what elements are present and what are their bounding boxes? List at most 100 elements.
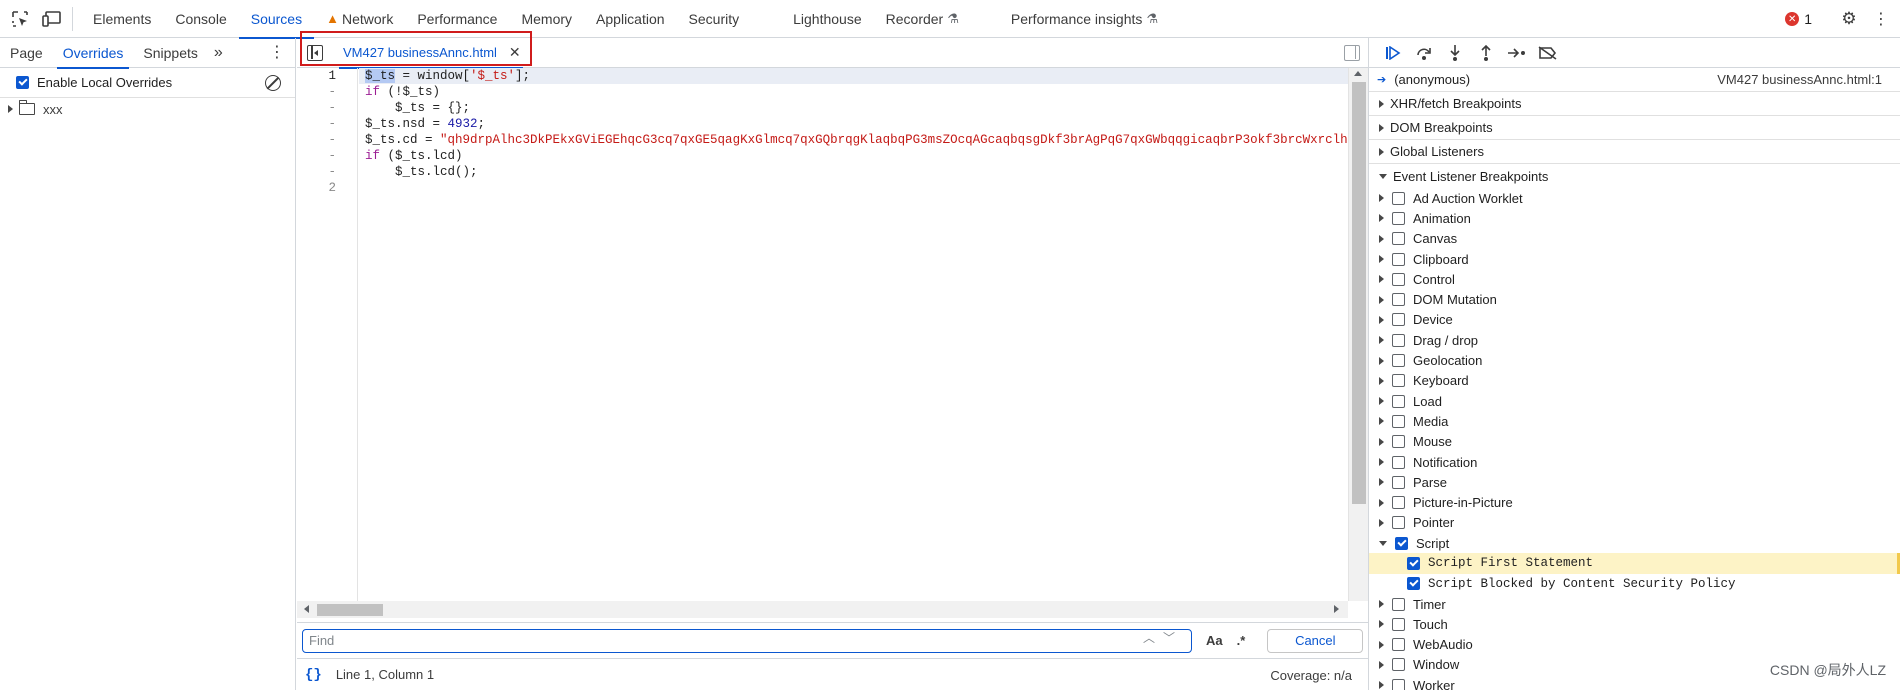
event-category-checkbox[interactable]: [1392, 638, 1405, 652]
event-category-checkbox[interactable]: [1392, 191, 1405, 205]
expand-triangle-icon[interactable]: [1379, 417, 1384, 426]
event-category-checkbox[interactable]: [1392, 374, 1405, 388]
event-category-item[interactable]: DOM Mutation: [1369, 289, 1900, 309]
event-category-checkbox[interactable]: [1392, 394, 1405, 408]
vertical-scroll-thumb[interactable]: [1352, 82, 1366, 504]
expand-triangle-icon[interactable]: [1379, 275, 1384, 284]
event-category-checkbox[interactable]: [1392, 354, 1405, 368]
error-count-badge[interactable]: ✕ 1: [1785, 11, 1812, 27]
event-category-checkbox[interactable]: [1392, 293, 1405, 307]
section-global-listeners[interactable]: Global Listeners: [1369, 140, 1900, 164]
event-category-checkbox[interactable]: [1392, 475, 1405, 489]
tab-console[interactable]: Console: [163, 0, 238, 38]
toggle-debugger-icon[interactable]: [1344, 45, 1360, 61]
step-icon[interactable]: [1501, 38, 1532, 68]
inspect-element-icon[interactable]: [6, 5, 34, 33]
event-category-item[interactable]: Keyboard: [1369, 371, 1900, 391]
line-number[interactable]: -: [297, 164, 357, 180]
event-category-checkbox[interactable]: [1392, 333, 1405, 347]
pretty-print-icon[interactable]: {}: [305, 667, 322, 683]
find-next-icon[interactable]: ﹀: [1163, 629, 1175, 646]
expand-triangle-icon[interactable]: [1379, 295, 1384, 304]
scroll-left-arrow-icon[interactable]: [304, 605, 309, 613]
expand-triangle-icon[interactable]: [1379, 194, 1384, 203]
tab-page[interactable]: Page: [0, 38, 53, 68]
event-category-checkbox[interactable]: [1392, 272, 1405, 286]
scroll-up-arrow-icon[interactable]: [1354, 71, 1362, 76]
event-category-checkbox[interactable]: [1392, 496, 1405, 510]
event-category-checkbox[interactable]: [1392, 252, 1405, 266]
event-category-item[interactable]: Geolocation: [1369, 350, 1900, 370]
tab-snippets[interactable]: Snippets: [133, 38, 207, 68]
event-category-checkbox[interactable]: [1392, 516, 1405, 530]
folder-tree-item[interactable]: xxx: [0, 98, 295, 120]
line-number[interactable]: 1: [297, 68, 357, 84]
line-number[interactable]: -: [297, 116, 357, 132]
collapse-triangle-icon[interactable]: [1379, 540, 1387, 546]
expand-triangle-icon[interactable]: [1379, 255, 1384, 264]
event-category-checkbox[interactable]: [1392, 414, 1405, 428]
event-category-checkbox[interactable]: [1392, 658, 1405, 672]
expand-triangle-icon[interactable]: [1379, 660, 1384, 669]
event-category-item[interactable]: Picture-in-Picture: [1369, 492, 1900, 512]
expand-triangle-icon[interactable]: [1379, 478, 1384, 487]
event-category-checkbox[interactable]: [1392, 597, 1405, 611]
expand-triangle-icon[interactable]: [1379, 356, 1384, 365]
scroll-right-arrow-icon[interactable]: [1334, 605, 1339, 613]
expand-triangle-icon[interactable]: [1379, 315, 1384, 324]
event-breakpoint-item[interactable]: Script Blocked by Content Security Polic…: [1369, 574, 1900, 594]
section-event-listener-breakpoints[interactable]: Event Listener Breakpoints: [1369, 164, 1900, 188]
resume-icon[interactable]: [1377, 38, 1408, 68]
expand-triangle-icon[interactable]: [8, 105, 13, 113]
event-category-item[interactable]: Device: [1369, 310, 1900, 330]
tab-overrides[interactable]: Overrides: [53, 38, 134, 69]
navigator-menu-icon[interactable]: ⋮: [269, 42, 285, 62]
event-breakpoint-checkbox[interactable]: [1407, 556, 1420, 570]
event-category-checkbox[interactable]: [1392, 678, 1405, 690]
event-category-item[interactable]: Mouse: [1369, 432, 1900, 452]
expand-triangle-icon[interactable]: [1379, 336, 1384, 345]
expand-triangle-icon[interactable]: [1379, 437, 1384, 446]
line-number[interactable]: -: [297, 100, 357, 116]
step-out-icon[interactable]: [1470, 38, 1501, 68]
step-into-icon[interactable]: [1439, 38, 1470, 68]
event-category-item[interactable]: Media: [1369, 411, 1900, 431]
enable-local-overrides-checkbox[interactable]: [16, 76, 29, 89]
event-breakpoint-item[interactable]: Script First Statement: [1369, 553, 1900, 574]
expand-triangle-icon[interactable]: [1379, 600, 1384, 609]
call-stack-frame[interactable]: ➔ (anonymous) VM427 businessAnnc.html:1: [1369, 68, 1900, 92]
tab-lighthouse[interactable]: Lighthouse: [781, 0, 874, 38]
event-category-checkbox[interactable]: [1392, 211, 1405, 225]
horizontal-scroll-thumb[interactable]: [317, 604, 383, 616]
event-category-item[interactable]: Animation: [1369, 208, 1900, 228]
event-category-item[interactable]: Ad Auction Worklet: [1369, 188, 1900, 208]
event-category-checkbox[interactable]: [1392, 435, 1405, 449]
section-xhr-breakpoints[interactable]: XHR/fetch Breakpoints: [1369, 92, 1900, 116]
tab-security[interactable]: Security: [677, 0, 752, 38]
horizontal-scrollbar[interactable]: [297, 601, 1348, 618]
expand-triangle-icon[interactable]: [1379, 234, 1384, 243]
line-number[interactable]: -: [297, 132, 357, 148]
cancel-button[interactable]: Cancel: [1267, 628, 1364, 653]
event-category-item[interactable]: Parse: [1369, 472, 1900, 492]
event-category-item[interactable]: Script: [1369, 533, 1900, 553]
event-category-item[interactable]: Control: [1369, 269, 1900, 289]
vertical-scrollbar[interactable]: [1348, 68, 1368, 601]
more-options-icon[interactable]: ⋮: [1868, 6, 1894, 32]
event-category-checkbox[interactable]: [1395, 536, 1408, 550]
expand-triangle-icon[interactable]: [1379, 681, 1384, 690]
expand-triangle-icon[interactable]: [1379, 214, 1384, 223]
clear-overrides-icon[interactable]: [265, 75, 281, 91]
event-category-checkbox[interactable]: [1392, 313, 1405, 327]
event-category-item[interactable]: Notification: [1369, 452, 1900, 472]
more-tabs-chevron-icon[interactable]: »: [208, 44, 229, 62]
code-area[interactable]: 1 - - - - - - 2 $_ts = window['$_ts']; i…: [297, 68, 1348, 601]
expand-triangle-icon[interactable]: [1379, 498, 1384, 507]
section-dom-breakpoints[interactable]: DOM Breakpoints: [1369, 116, 1900, 140]
call-frame-location[interactable]: VM427 businessAnnc.html:1: [1717, 72, 1882, 87]
event-category-item[interactable]: Clipboard: [1369, 249, 1900, 269]
event-breakpoint-checkbox[interactable]: [1407, 577, 1420, 591]
expand-triangle-icon[interactable]: [1379, 458, 1384, 466]
event-category-item[interactable]: Touch: [1369, 614, 1900, 634]
find-input[interactable]: [302, 628, 1192, 653]
